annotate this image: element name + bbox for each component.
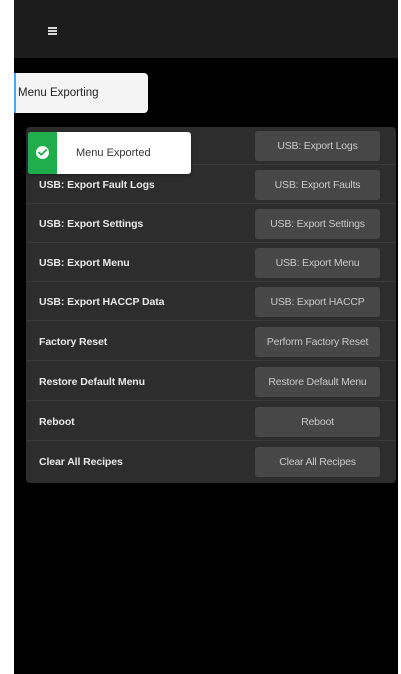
row-divider [26, 400, 396, 401]
row-divider [26, 281, 396, 282]
usb-export-settings-button[interactable]: USB: Export Settings [255, 209, 380, 239]
tab-menu-exporting[interactable]: Menu Exporting [14, 73, 148, 113]
tab-label: Menu Exporting [18, 87, 99, 99]
row-export-menu: USB: Export Menu USB: Export Menu [26, 244, 396, 282]
row-label: Factory Reset [39, 336, 108, 348]
toast-status-bar [28, 132, 57, 174]
row-export-haccp: USB: Export HACCP Data USB: Export HACCP [26, 283, 396, 321]
clear-all-recipes-button[interactable]: Clear All Recipes [255, 447, 380, 477]
usb-export-menu-button[interactable]: USB: Export Menu [255, 248, 380, 278]
row-divider [26, 360, 396, 361]
row-divider [26, 242, 396, 243]
usb-export-logs-button[interactable]: USB: Export Logs [255, 131, 380, 161]
hamburger-icon[interactable] [48, 27, 57, 35]
row-label: Reboot [39, 416, 75, 428]
row-label: Restore Default Menu [39, 376, 145, 388]
row-divider [26, 320, 396, 321]
row-label: USB: Export Settings [39, 218, 144, 230]
settings-panel: USB: Export Logs USB: Export Fault Logs … [26, 127, 396, 483]
row-divider [26, 440, 396, 441]
row-reboot: Reboot Reboot [26, 403, 396, 441]
row-divider [26, 203, 396, 204]
row-export-settings: USB: Export Settings USB: Export Setting… [26, 205, 396, 243]
factory-reset-button[interactable]: Perform Factory Reset [255, 327, 380, 357]
device-screen: Menu Exporting USB: Export Logs USB: Exp… [14, 0, 398, 674]
row-factory-reset: Factory Reset Perform Factory Reset [26, 323, 396, 361]
row-label: USB: Export HACCP Data [39, 296, 165, 308]
usb-export-haccp-button[interactable]: USB: Export HACCP [255, 287, 380, 317]
top-bar [14, 0, 398, 58]
usb-export-faults-button[interactable]: USB: Export Faults [255, 170, 380, 200]
reboot-button[interactable]: Reboot [255, 407, 380, 437]
toast-message: Menu Exported [76, 147, 151, 159]
success-toast: Menu Exported [28, 132, 191, 174]
row-label: USB: Export Menu [39, 257, 130, 269]
row-restore-default-menu: Restore Default Menu Restore Default Men… [26, 363, 396, 401]
row-label: Clear All Recipes [39, 456, 123, 468]
check-circle-icon [36, 146, 49, 159]
restore-default-menu-button[interactable]: Restore Default Menu [255, 367, 380, 397]
row-clear-all-recipes: Clear All Recipes Clear All Recipes [26, 443, 396, 481]
